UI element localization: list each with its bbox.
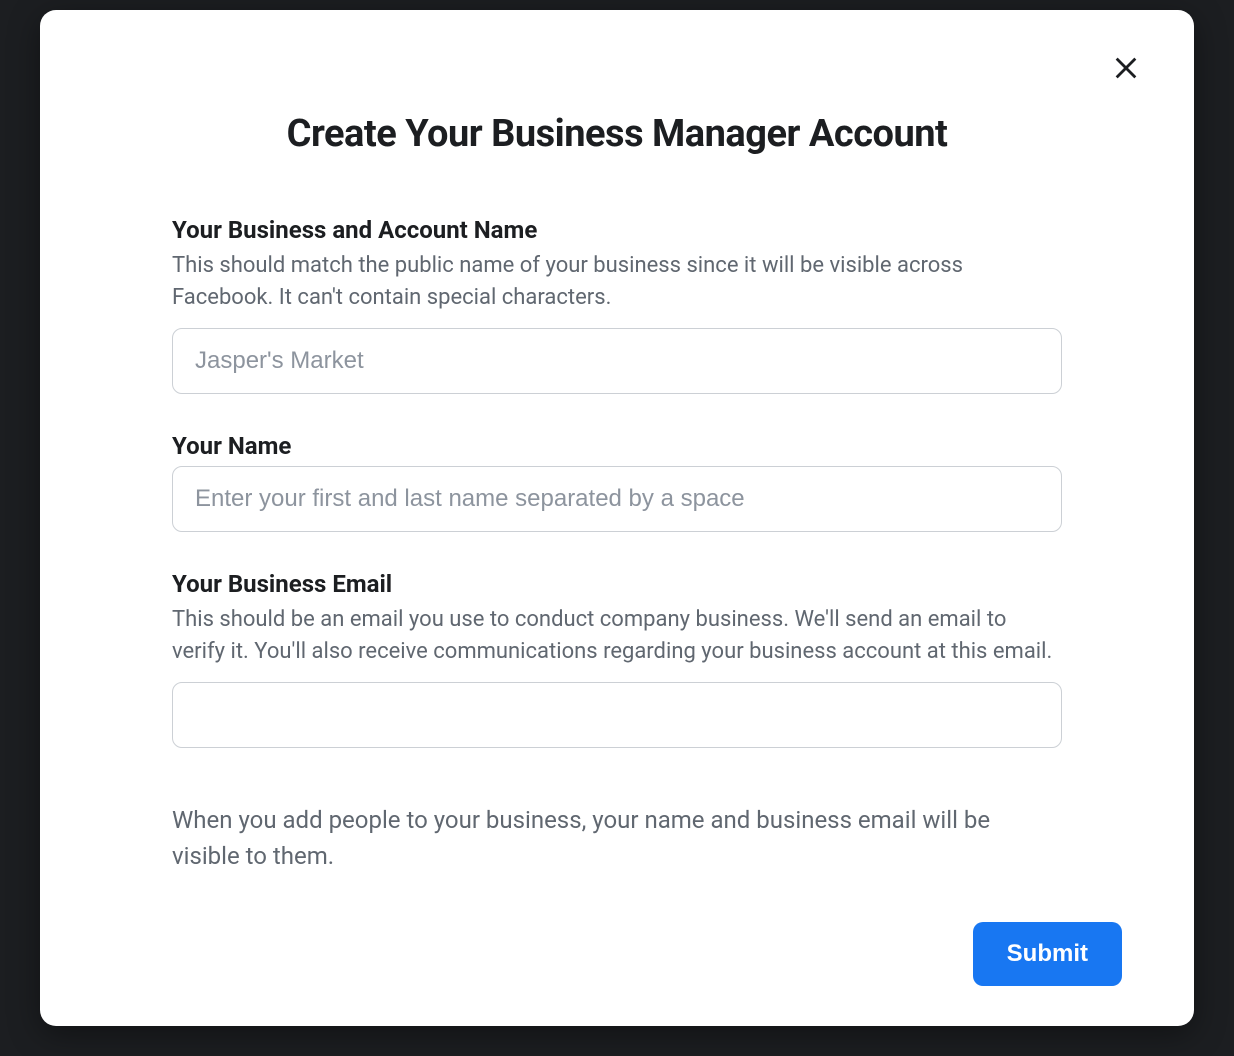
business-name-description: This should match the public name of you… [172,250,1062,314]
field-your-name: Your Name [172,432,1062,532]
business-name-label: Your Business and Account Name [172,216,1062,244]
form-area: Your Business and Account Name This shou… [100,216,1134,922]
modal-title: Create Your Business Manager Account [100,112,1134,156]
visibility-note: When you add people to your business, yo… [172,802,1062,874]
submit-button[interactable]: Submit [973,922,1122,986]
your-name-label: Your Name [172,432,1062,460]
create-business-manager-modal: Create Your Business Manager Account You… [40,10,1194,1026]
modal-footer: Submit [100,922,1134,986]
close-icon [1112,54,1140,82]
business-email-description: This should be an email you use to condu… [172,604,1062,668]
your-name-input[interactable] [172,466,1062,532]
business-email-input[interactable] [172,682,1062,748]
close-button[interactable] [1106,48,1146,88]
field-business-name: Your Business and Account Name This shou… [172,216,1062,394]
business-name-input[interactable] [172,328,1062,394]
field-business-email: Your Business Email This should be an em… [172,570,1062,748]
business-email-label: Your Business Email [172,570,1062,598]
